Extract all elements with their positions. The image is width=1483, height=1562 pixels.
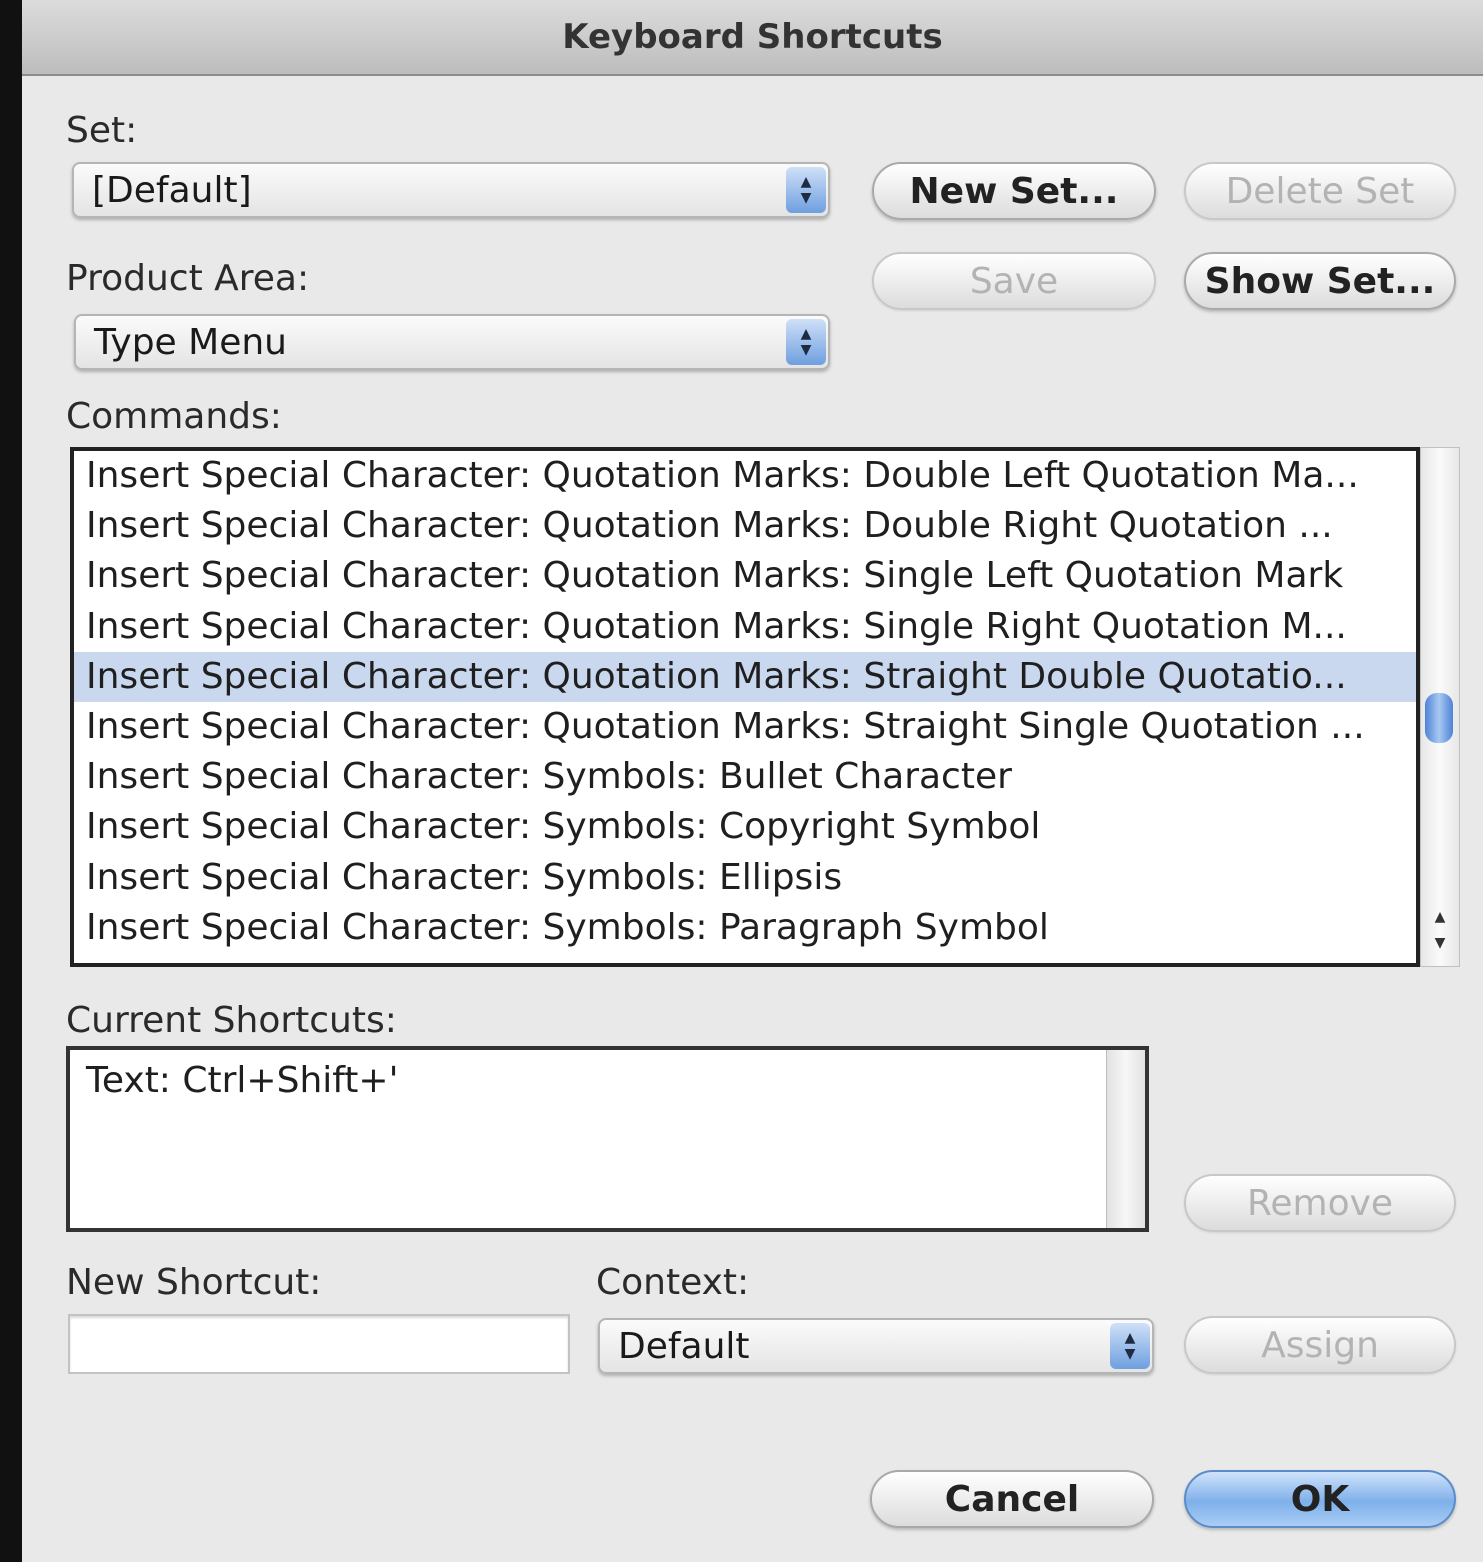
list-item[interactable]: Insert Special Character: Quotation Mark… bbox=[74, 702, 1416, 752]
current-shortcuts-list[interactable]: Text: Ctrl+Shift+' bbox=[66, 1046, 1149, 1232]
keyboard-shortcuts-dialog: Keyboard Shortcuts Set: [Default] ▲ ▼ New… bbox=[22, 0, 1483, 1562]
list-item-selected[interactable]: Insert Special Character: Quotation Mark… bbox=[74, 651, 1416, 702]
save-button[interactable]: Save bbox=[872, 252, 1156, 310]
product-area-select-value: Type Menu bbox=[94, 321, 287, 363]
list-item[interactable]: Insert Special Character: Symbols: Bulle… bbox=[74, 752, 1416, 802]
set-select-value: [Default] bbox=[92, 169, 252, 211]
list-item[interactable]: Insert Special Character: Symbols: Ellip… bbox=[74, 853, 1416, 903]
scroll-arrows-icon[interactable]: ▲ ▼ bbox=[1421, 904, 1459, 956]
cancel-button[interactable]: Cancel bbox=[870, 1470, 1154, 1528]
list-item[interactable]: Insert Special Character: Quotation Mark… bbox=[74, 551, 1416, 601]
current-shortcuts-scrollbar[interactable] bbox=[1106, 1050, 1145, 1228]
commands-label: Commands: bbox=[66, 396, 282, 437]
list-item[interactable]: Insert Special Character: Symbols: Parag… bbox=[74, 903, 1416, 953]
dialog-title: Keyboard Shortcuts bbox=[22, 0, 1483, 76]
delete-set-button[interactable]: Delete Set bbox=[1184, 162, 1456, 220]
assign-button[interactable]: Assign bbox=[1184, 1316, 1456, 1374]
up-down-arrows-icon: ▲ ▼ bbox=[786, 167, 826, 213]
set-label: Set: bbox=[66, 110, 138, 151]
list-item[interactable]: Insert Special Character: Quotation Mark… bbox=[74, 602, 1416, 652]
up-down-arrows-icon: ▲ ▼ bbox=[1110, 1323, 1150, 1369]
commands-list[interactable]: Insert Special Character: Quotation Mark… bbox=[70, 447, 1420, 967]
remove-button[interactable]: Remove bbox=[1184, 1174, 1456, 1232]
up-down-arrows-icon: ▲ ▼ bbox=[786, 319, 826, 365]
scrollbar-thumb[interactable] bbox=[1425, 693, 1453, 743]
product-area-select[interactable]: Type Menu ▲ ▼ bbox=[74, 314, 830, 370]
list-item[interactable]: Text: Ctrl+Shift+' bbox=[70, 1050, 1145, 1101]
product-area-label: Product Area: bbox=[66, 258, 310, 299]
new-set-button[interactable]: New Set... bbox=[872, 162, 1156, 220]
set-select[interactable]: [Default] ▲ ▼ bbox=[72, 162, 830, 218]
list-item[interactable]: Insert Special Character: Quotation Mark… bbox=[74, 501, 1416, 551]
new-shortcut-label: New Shortcut: bbox=[66, 1262, 322, 1303]
context-label: Context: bbox=[596, 1262, 750, 1303]
new-shortcut-input[interactable] bbox=[68, 1314, 570, 1374]
context-select[interactable]: Default ▲ ▼ bbox=[598, 1318, 1154, 1374]
commands-scrollbar[interactable]: ▲ ▼ bbox=[1420, 447, 1460, 967]
list-item[interactable]: Insert Special Character: Symbols: Copyr… bbox=[74, 802, 1416, 852]
current-shortcuts-label: Current Shortcuts: bbox=[66, 1000, 397, 1041]
context-select-value: Default bbox=[618, 1325, 750, 1367]
ok-button[interactable]: OK bbox=[1184, 1470, 1456, 1528]
show-set-button[interactable]: Show Set... bbox=[1184, 252, 1456, 310]
list-item[interactable]: Insert Special Character: Quotation Mark… bbox=[74, 451, 1416, 501]
